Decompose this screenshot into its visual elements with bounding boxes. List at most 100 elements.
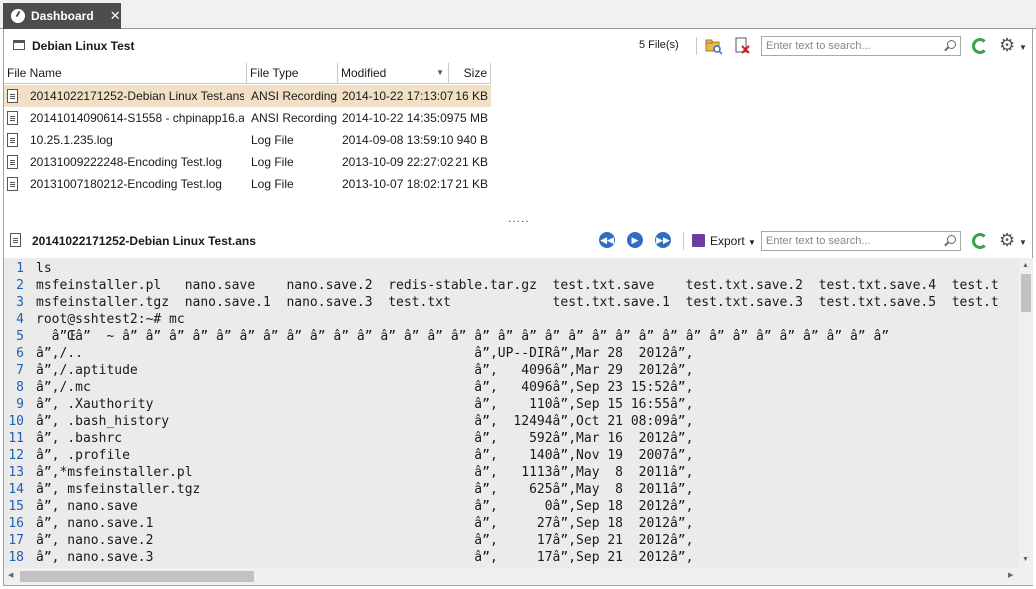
line-text: â”‚ nano.save.1 â”‚ 27â”‚Sep 18 2012â”‚: [36, 516, 694, 531]
delete-file-icon: [735, 37, 750, 54]
close-tab-icon[interactable]: ✕: [110, 8, 121, 24]
viewer-title: 20141022171252-Debian Linux Test.ans: [32, 234, 256, 248]
line-number: 4: [16, 312, 24, 327]
line-text: â”‚/.aptitude â”‚ 4096â”‚Mar 29 2012â”‚: [36, 363, 694, 378]
line-text: â”‚ msfeinstaller.tgz â”‚ 625â”‚May 8 20…: [36, 482, 694, 497]
line-number: 15: [8, 499, 24, 514]
gear-icon[interactable]: ⚙: [999, 231, 1015, 249]
scroll-left-icon[interactable]: ◀: [8, 571, 13, 579]
export-button[interactable]: Export ▼: [710, 234, 756, 248]
file-count: 5 File(s): [639, 39, 679, 51]
file-name: 20141022171252-Debian Linux Test.ans: [30, 89, 244, 103]
column-header-file-type[interactable]: File Type: [247, 63, 338, 84]
chevron-down-icon[interactable]: ▼: [1019, 43, 1027, 52]
line-number: 7: [16, 363, 24, 378]
line-number: 12: [8, 448, 24, 463]
file-modified: 2013-10-07 18:02:17: [342, 177, 454, 191]
vertical-scroll-thumb[interactable]: [1021, 274, 1031, 312]
line-text: â”‚/.. â”‚UP--DIRâ”‚Mar 28 2012â”‚: [36, 346, 694, 361]
viewer-search-input[interactable]: Enter text to search...: [761, 231, 961, 251]
line-number: 18: [8, 550, 24, 565]
sort-desc-icon: ▼: [436, 68, 444, 77]
chevron-down-icon[interactable]: ▼: [1019, 238, 1027, 247]
column-header-modified-label: Modified: [341, 66, 387, 80]
line-text: â”‚ .bash_history â”‚ 12494â”‚Oct 21 08:…: [36, 414, 694, 429]
line-number: 13: [8, 465, 24, 480]
line-number: 8: [16, 380, 24, 395]
line-number: 6: [16, 346, 24, 361]
horizontal-scroll-thumb[interactable]: [20, 571, 254, 582]
delete-file-button[interactable]: [732, 36, 752, 56]
line-text: â”‚ .Xauthority â”‚ 110â”‚Sep 15 16:55â”…: [36, 397, 694, 412]
file-size: 16 KB: [455, 89, 488, 103]
line-text: msfeinstaller.tgz nano.save.1 nano.save.…: [36, 295, 999, 310]
scroll-right-icon[interactable]: ▶: [1008, 571, 1013, 579]
gear-icon[interactable]: ⚙: [999, 36, 1015, 54]
recording-file-icon: [10, 233, 21, 247]
file-name: 10.25.1.235.log: [30, 133, 113, 147]
file-modified: 2014-09-08 13:59:10: [342, 133, 454, 147]
file-icon: [7, 155, 18, 169]
chevron-down-icon: ▼: [748, 238, 756, 247]
line-text: â”‚ nano.save â”‚ 0â”‚Sep 18 2012â”‚: [36, 499, 694, 514]
browse-folder-button[interactable]: [704, 36, 724, 56]
files-toolbar: Debian Linux Test 5 File(s) Enter text t…: [4, 33, 1032, 59]
line-number: 2: [16, 278, 24, 293]
file-name: 20141014090614-S1558 - chpinapp16.ans: [30, 111, 244, 125]
line-text: â”‚ .bashrc â”‚ 592â”‚Mar 16 2012â”‚: [36, 431, 694, 446]
line-number: 5: [16, 329, 24, 344]
line-number: 9: [16, 397, 24, 412]
tab-dashboard-label: Dashboard: [31, 9, 94, 23]
column-header-size[interactable]: Size: [449, 63, 491, 84]
horizontal-scrollbar[interactable]: ◀ ▶: [4, 568, 1019, 585]
line-number: 16: [8, 516, 24, 531]
file-size: 21 KB: [455, 177, 488, 191]
file-icon: [7, 133, 18, 147]
file-type: Log File: [251, 133, 294, 147]
line-number: 17: [8, 533, 24, 548]
column-header-modified[interactable]: Modified ▼: [338, 63, 449, 84]
file-type: ANSI Recording: [251, 111, 338, 125]
file-row[interactable]: 10.25.1.235.log Log File 2014-09-08 13:5…: [4, 129, 491, 151]
scroll-corner: [1019, 568, 1033, 585]
viewer-toolbar: 20141022171252-Debian Linux Test.ans ◀◀ …: [4, 228, 1032, 254]
file-type: Log File: [251, 177, 294, 191]
file-row[interactable]: 20141014090614-S1558 - chpinapp16.ans AN…: [4, 107, 491, 129]
files-search-placeholder: Enter text to search...: [766, 40, 871, 52]
terminal-viewer[interactable]: 1 ls 2 msfeinstaller.pl nano.save nano.sav…: [4, 258, 1019, 568]
column-header-file-name[interactable]: File Name: [4, 63, 247, 84]
refresh-icon[interactable]: [972, 38, 988, 54]
splitter-handle[interactable]: .....: [508, 211, 530, 225]
line-number: 10: [8, 414, 24, 429]
tab-dashboard[interactable]: Dashboard ✕: [3, 3, 121, 29]
session-title: Debian Linux Test: [32, 39, 135, 53]
search-icon: [947, 40, 956, 49]
line-number: 14: [8, 482, 24, 497]
file-row[interactable]: 20131007180212-Encoding Test.log Log Fil…: [4, 173, 491, 195]
line-text: â”‚/.mc â”‚ 4096â”‚Sep 23 15:52â”‚: [36, 380, 694, 395]
file-row[interactable]: 20131009222248-Encoding Test.log Log Fil…: [4, 151, 491, 173]
file-row[interactable]: 20141022171252-Debian Linux Test.ans ANS…: [4, 85, 491, 107]
refresh-icon[interactable]: [972, 233, 988, 249]
file-size: 940 B: [456, 133, 488, 147]
file-icon: [7, 177, 18, 191]
line-text: root@sshtest2:~# mc: [36, 312, 185, 327]
fast-forward-icon[interactable]: ▶▶: [655, 232, 671, 248]
search-icon: [947, 235, 956, 244]
rewind-icon[interactable]: ◀◀: [599, 232, 615, 248]
line-text: â”‚ nano.save.3 â”‚ 17â”‚Sep 21 2012â”‚: [36, 550, 694, 565]
play-icon[interactable]: ▶: [627, 232, 643, 248]
file-type: Log File: [251, 155, 294, 169]
line-text: ls: [36, 261, 52, 276]
vertical-scrollbar[interactable]: ▲ ▼: [1019, 258, 1033, 568]
scroll-up-icon[interactable]: ▲: [1022, 262, 1029, 269]
folder-search-icon: [705, 39, 723, 55]
file-modified: 2013-10-09 22:27:02: [342, 155, 454, 169]
scroll-down-icon[interactable]: ▼: [1022, 556, 1029, 563]
files-search-input[interactable]: Enter text to search...: [761, 36, 961, 56]
viewer-search-placeholder: Enter text to search...: [766, 235, 871, 247]
file-name: 20131007180212-Encoding Test.log: [30, 177, 222, 191]
file-icon: [7, 111, 18, 125]
line-text: msfeinstaller.pl nano.save nano.save.2 r…: [36, 278, 999, 293]
line-text: â”‚ .profile â”‚ 140â”‚Nov 19 2007â”‚: [36, 448, 694, 463]
